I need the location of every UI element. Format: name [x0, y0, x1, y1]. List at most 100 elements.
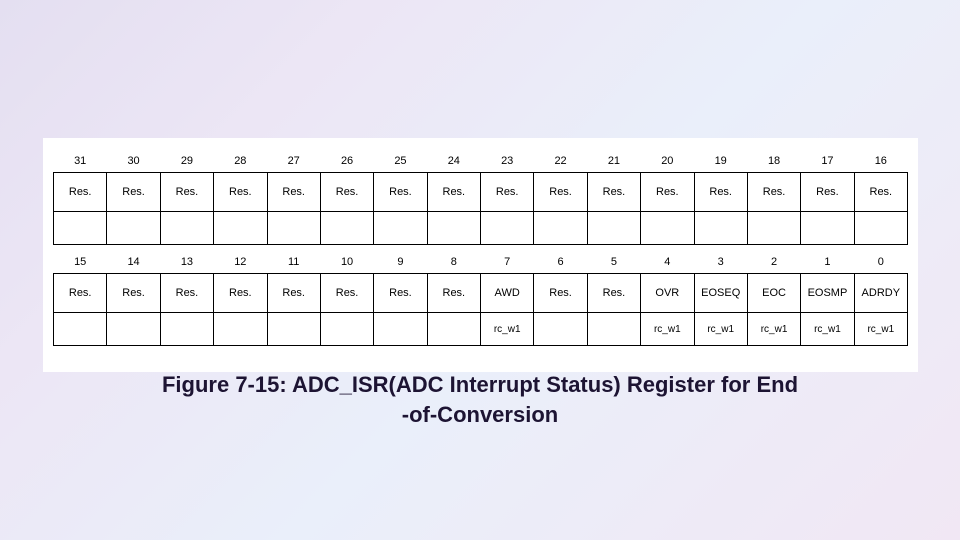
- bit-num: 27: [267, 150, 320, 173]
- bit-field: Res.: [214, 274, 267, 313]
- bit-numbers-low: 15 14 13 12 11 10 9 8 7 6 5 4 3 2 1 0: [54, 251, 908, 274]
- bit-access: [427, 313, 480, 346]
- bit-field: Res.: [374, 274, 427, 313]
- bit-field: Res.: [160, 173, 213, 212]
- bit-num: 16: [854, 150, 907, 173]
- bit-field: Res.: [587, 173, 640, 212]
- bit-num: 21: [587, 150, 640, 173]
- bit-num: 30: [107, 150, 160, 173]
- bit-field: Res.: [374, 173, 427, 212]
- bit-field: Res.: [694, 173, 747, 212]
- figure-caption-line1: Figure 7-15: ADC_ISR(ADC Interrupt Statu…: [162, 372, 798, 397]
- bit-access: [747, 212, 800, 245]
- bit-num: 23: [481, 150, 534, 173]
- bit-access: [267, 313, 320, 346]
- bit-access: rc_w1: [694, 313, 747, 346]
- bit-field: Res.: [160, 274, 213, 313]
- bit-num: 4: [641, 251, 694, 274]
- bit-num: 3: [694, 251, 747, 274]
- bit-field: Res.: [320, 173, 373, 212]
- bit-num: 20: [641, 150, 694, 173]
- bit-field: OVR: [641, 274, 694, 313]
- bit-field: Res.: [54, 274, 107, 313]
- bit-access: [374, 212, 427, 245]
- bit-num: 10: [320, 251, 373, 274]
- bit-num: 0: [854, 251, 907, 274]
- bit-access-high: [54, 212, 908, 245]
- slide-canvas: 31 30 29 28 27 26 25 24 23 22 21 20 19 1…: [0, 0, 960, 540]
- bit-access: [320, 212, 373, 245]
- bit-access: rc_w1: [641, 313, 694, 346]
- bit-access: [534, 212, 587, 245]
- bit-field: Res.: [107, 274, 160, 313]
- bit-num: 17: [801, 150, 854, 173]
- bit-access: [534, 313, 587, 346]
- bit-access: [374, 313, 427, 346]
- bit-num: 24: [427, 150, 480, 173]
- bit-access: rc_w1: [801, 313, 854, 346]
- bit-field: Res.: [320, 274, 373, 313]
- bit-access: [107, 313, 160, 346]
- bit-num: 28: [214, 150, 267, 173]
- bit-num: 2: [747, 251, 800, 274]
- bit-field: Res.: [214, 173, 267, 212]
- bit-access: [427, 212, 480, 245]
- bit-num: 22: [534, 150, 587, 173]
- bit-field: Res.: [54, 173, 107, 212]
- bit-access: [587, 212, 640, 245]
- bit-access: [214, 212, 267, 245]
- bit-field: Res.: [801, 173, 854, 212]
- bit-field: AWD: [481, 274, 534, 313]
- bit-num: 9: [374, 251, 427, 274]
- bit-access: [54, 212, 107, 245]
- bit-field: Res.: [481, 173, 534, 212]
- bit-field: EOC: [747, 274, 800, 313]
- bit-num: 14: [107, 251, 160, 274]
- bit-access: [801, 212, 854, 245]
- bit-field: Res.: [427, 274, 480, 313]
- figure-caption: Figure 7-15: ADC_ISR(ADC Interrupt Statu…: [0, 370, 960, 429]
- bit-num: 25: [374, 150, 427, 173]
- bit-field: Res.: [747, 173, 800, 212]
- bit-access: [694, 212, 747, 245]
- bit-field: Res.: [267, 274, 320, 313]
- bit-access: [267, 212, 320, 245]
- bit-access-low: rc_w1 rc_w1 rc_w1 rc_w1 rc_w1 rc_w1: [54, 313, 908, 346]
- bit-access: [214, 313, 267, 346]
- bit-access: [54, 313, 107, 346]
- bit-num: 29: [160, 150, 213, 173]
- bit-fields-low: Res. Res. Res. Res. Res. Res. Res. Res. …: [54, 274, 908, 313]
- bit-access: [481, 212, 534, 245]
- bit-access: [160, 313, 213, 346]
- bit-field: Res.: [267, 173, 320, 212]
- bit-field: Res.: [534, 274, 587, 313]
- bit-access: rc_w1: [481, 313, 534, 346]
- bit-numbers-high: 31 30 29 28 27 26 25 24 23 22 21 20 19 1…: [54, 150, 908, 173]
- bit-field: Res.: [534, 173, 587, 212]
- bit-field: EOSMP: [801, 274, 854, 313]
- bit-field: EOSEQ: [694, 274, 747, 313]
- bit-num: 5: [587, 251, 640, 274]
- bit-num: 1: [801, 251, 854, 274]
- bit-num: 15: [54, 251, 107, 274]
- bit-num: 11: [267, 251, 320, 274]
- bit-access: [641, 212, 694, 245]
- bit-num: 6: [534, 251, 587, 274]
- register-bit-table: 31 30 29 28 27 26 25 24 23 22 21 20 19 1…: [53, 150, 908, 346]
- bit-fields-high: Res. Res. Res. Res. Res. Res. Res. Res. …: [54, 173, 908, 212]
- bit-num: 12: [214, 251, 267, 274]
- bit-access: [587, 313, 640, 346]
- bit-num: 13: [160, 251, 213, 274]
- bit-access: [854, 212, 907, 245]
- bit-field: Res.: [107, 173, 160, 212]
- bit-field: ADRDY: [854, 274, 907, 313]
- bit-num: 19: [694, 150, 747, 173]
- register-figure: 31 30 29 28 27 26 25 24 23 22 21 20 19 1…: [43, 138, 918, 372]
- bit-field: Res.: [641, 173, 694, 212]
- bit-access: [107, 212, 160, 245]
- bit-num: 8: [427, 251, 480, 274]
- bit-access: rc_w1: [747, 313, 800, 346]
- bit-access: [320, 313, 373, 346]
- bit-field: Res.: [587, 274, 640, 313]
- bit-field: Res.: [854, 173, 907, 212]
